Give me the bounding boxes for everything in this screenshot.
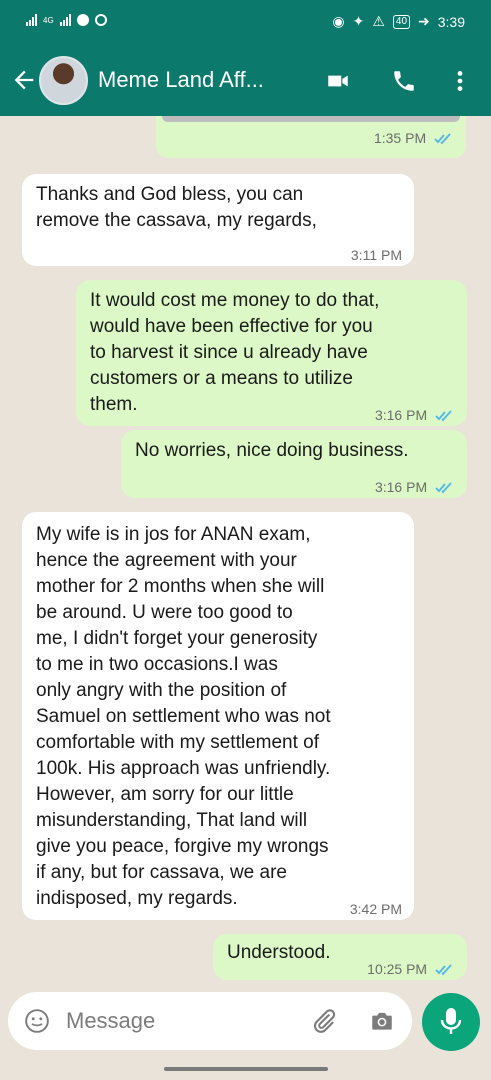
camera-icon[interactable] <box>368 1008 396 1034</box>
message-time: 3:11 PM <box>350 247 402 263</box>
chat-notification-icon <box>76 14 89 26</box>
message-time: 1:35 PM <box>374 130 454 146</box>
message-time-text: 3:16 PM <box>374 407 428 423</box>
eye-icon: ◉ <box>332 13 345 29</box>
chat-title[interactable]: Meme Land Aff... <box>98 67 308 93</box>
network-label: 4G <box>43 15 54 25</box>
message-input[interactable]: Message <box>66 1008 155 1034</box>
outgoing-message[interactable]: No worries, nice doing business. 3:16 PM <box>121 430 467 498</box>
shield-icon <box>94 14 107 26</box>
message-time-text: 10:25 PM <box>367 961 428 977</box>
battery-icon: 40 <box>392 14 411 29</box>
status-bar: 4G ◉ ✦ ⚠ 40 ➜ 3:39 <box>0 0 491 46</box>
outgoing-message[interactable]: It would cost me money to do that, would… <box>76 280 467 426</box>
mute-icon: ⚠ <box>372 13 385 29</box>
message-time-text: 1:35 PM <box>373 130 427 146</box>
message-time: 3:16 PM <box>375 402 455 428</box>
outgoing-message[interactable]: Understood. 10:25 PM <box>213 934 467 980</box>
message-time: 10:25 PM <box>367 956 455 982</box>
message-text: Understood. <box>227 942 331 963</box>
status-left: 4G <box>26 14 107 26</box>
message-time: 3:16 PM <box>375 474 455 500</box>
chat-header: Meme Land Aff... <box>0 46 491 116</box>
signal-icon <box>26 14 37 26</box>
gesture-bar <box>164 1067 328 1071</box>
phone-icon[interactable] <box>391 68 417 94</box>
incoming-message[interactable]: Thanks and God bless, you can remove the… <box>22 174 414 266</box>
message-text: Thanks and God bless, you can remove the… <box>36 184 317 231</box>
read-ticks-icon <box>435 482 452 494</box>
video-call-icon[interactable] <box>325 68 351 94</box>
image-message[interactable]: 1:35 PM <box>156 116 466 158</box>
message-time: 3:42 PM <box>349 901 402 917</box>
read-ticks-icon <box>434 133 451 145</box>
message-text: My wife is in jos for ANAN exam, hence t… <box>36 524 331 909</box>
mic-icon <box>440 1008 462 1034</box>
clock: 3:39 <box>437 13 465 30</box>
bluetooth-icon: ✦ <box>352 13 365 29</box>
read-ticks-icon <box>435 410 452 422</box>
message-text: It would cost me money to do that, would… <box>90 290 380 415</box>
message-time-text: 3:16 PM <box>374 479 428 495</box>
message-text: No worries, nice doing business. <box>135 440 409 461</box>
charging-icon: ➜ <box>418 13 430 29</box>
read-ticks-icon <box>435 964 452 976</box>
mic-button[interactable] <box>422 993 480 1051</box>
status-right: ◉ ✦ ⚠ 40 ➜ 3:39 <box>332 13 465 30</box>
attach-icon[interactable] <box>310 1007 338 1035</box>
signal-icon-2 <box>59 14 71 26</box>
incoming-message[interactable]: My wife is in jos for ANAN exam, hence t… <box>22 512 414 920</box>
emoji-icon[interactable] <box>24 1008 50 1034</box>
image-thumbnail[interactable] <box>162 116 460 122</box>
message-composer[interactable]: Message <box>8 992 412 1050</box>
back-arrow-icon[interactable] <box>10 66 38 94</box>
avatar[interactable] <box>39 56 88 105</box>
more-vert-icon[interactable] <box>447 68 473 94</box>
